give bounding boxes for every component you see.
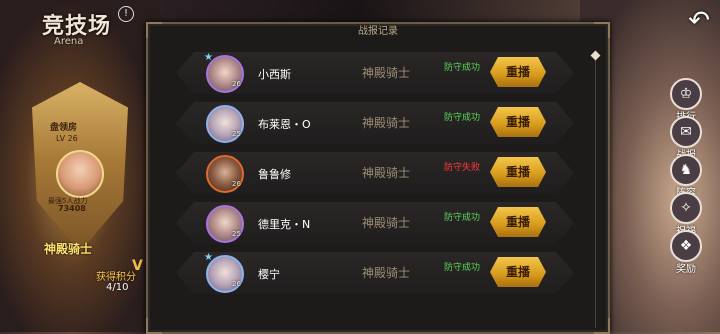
battle-report-panel: 战报记录 ★ 26 小西斯 神殿骑士 防守成功 重播 25 布莱恩・O 神殿骑士… <box>146 22 610 334</box>
opponent-name: 布莱恩・O <box>258 118 311 131</box>
replay-button[interactable]: 重播 <box>490 157 546 187</box>
points-value: 4/10 <box>106 282 129 293</box>
report-row: ★ 26 小西斯 神殿骑士 防守成功 重播 <box>176 52 574 94</box>
player-avatar <box>56 150 104 198</box>
back-arrow-icon[interactable]: ↶ <box>688 6 710 36</box>
replay-button[interactable]: 重播 <box>490 57 546 87</box>
opponent-name: 德里克・N <box>258 218 311 231</box>
crest-rank-name: 神殿骑士 <box>44 242 93 256</box>
side-menu-reward[interactable]: ❖ 奖励 <box>666 230 706 275</box>
power-value: 73408 <box>58 204 86 213</box>
ranking-icon: ♔ <box>670 78 702 110</box>
opponent-name: 樱宁 <box>258 268 280 281</box>
reward-icon: ❖ <box>670 230 702 262</box>
opponent-level: 26 <box>232 280 241 288</box>
replay-button[interactable]: 重播 <box>490 257 546 287</box>
replay-button[interactable]: 重播 <box>490 107 546 137</box>
opponent-rank: 神殿骑士 <box>362 116 411 130</box>
opponent-rank: 神殿骑士 <box>362 66 411 80</box>
info-icon[interactable]: ! <box>118 6 134 22</box>
opponent-level: 26 <box>232 180 241 188</box>
blessing-icon: ✧ <box>670 192 702 224</box>
opponent-rank: 神殿骑士 <box>362 216 411 230</box>
battle-report-icon: ✉ <box>670 116 702 148</box>
points-label: 获得积分 <box>96 272 136 283</box>
opponent-level: 25 <box>232 130 241 138</box>
opponent-name: 小西斯 <box>258 68 291 81</box>
result-status: 防守失败 <box>444 163 481 173</box>
crest-rank-title: 盘领房 <box>50 123 78 133</box>
result-status: 防守成功 <box>444 213 481 223</box>
scrollbar-track[interactable] <box>595 58 596 328</box>
result-status: 防守成功 <box>444 263 481 273</box>
opponent-level: 25 <box>232 230 241 238</box>
opponent-name: 鲁鲁修 <box>258 168 291 181</box>
opponent-level: 26 <box>232 80 241 88</box>
report-row: 25 德里克・N 神殿骑士 防守成功 重播 <box>176 202 574 244</box>
result-status: 防守成功 <box>444 113 481 123</box>
star-icon: ★ <box>204 252 213 263</box>
opponent-rank: 神殿骑士 <box>362 266 411 280</box>
scrollbar-thumb[interactable] <box>590 50 601 61</box>
arena-subtitle: Arena <box>54 36 84 47</box>
star-icon: ★ <box>204 52 213 63</box>
points-v-mark: V <box>132 258 143 274</box>
panel-title: 战报记录 <box>358 26 398 37</box>
report-row: 26 鲁鲁修 神殿骑士 防守失败 重播 <box>176 152 574 194</box>
crest-level: LV 26 <box>56 134 78 143</box>
result-status: 防守成功 <box>444 63 481 73</box>
replay-button[interactable]: 重播 <box>490 207 546 237</box>
lineup-icon: ♞ <box>670 154 702 186</box>
side-menu-label: 奖励 <box>676 264 696 275</box>
opponent-rank: 神殿骑士 <box>362 166 411 180</box>
report-row: 25 布莱恩・O 神殿骑士 防守成功 重播 <box>176 102 574 144</box>
report-row: ★ 26 樱宁 神殿骑士 防守成功 重播 <box>176 252 574 294</box>
